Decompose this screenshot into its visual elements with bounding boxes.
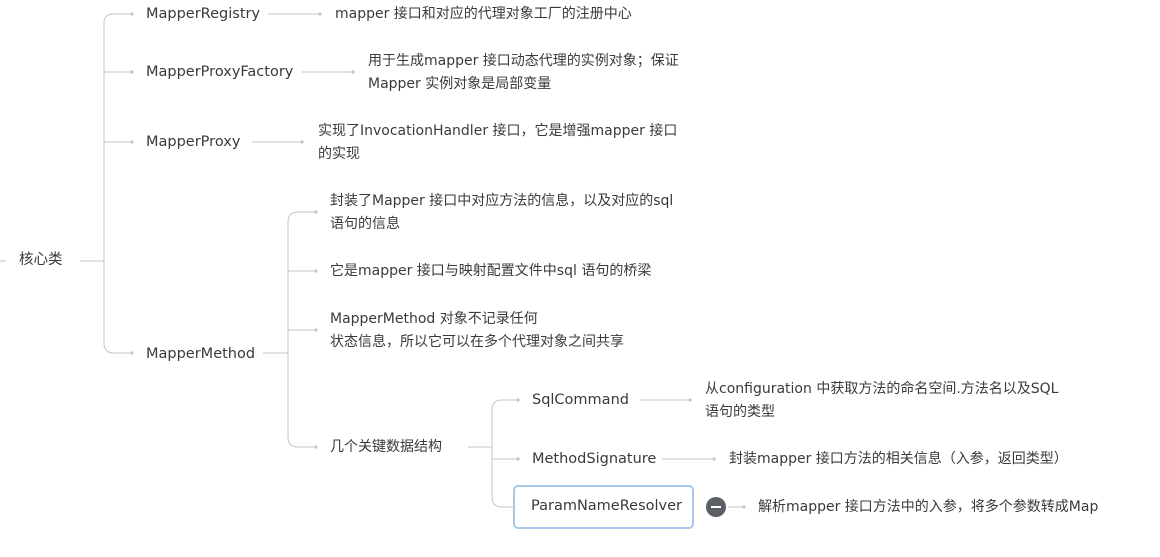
- desc-mapper-registry[interactable]: mapper 接口和对应的代理对象工厂的注册中心: [335, 3, 632, 26]
- desc-line: 封装了Mapper 接口中对应方法的信息，以及对应的sql: [330, 193, 674, 209]
- desc-param-name-resolver[interactable]: 解析mapper 接口方法中的入参，将多个参数转成Map: [758, 496, 1098, 519]
- topic-mapper-registry[interactable]: MapperRegistry: [146, 3, 260, 26]
- topic-sql-command[interactable]: SqlCommand: [532, 389, 629, 412]
- desc-line: Mapper 实例对象是局部变量: [368, 76, 552, 92]
- topic-mapper-method[interactable]: MapperMethod: [146, 343, 255, 366]
- root-topic[interactable]: 核心类: [19, 249, 63, 272]
- desc-line: 用于生成mapper 接口动态代理的实例对象；保证: [368, 53, 679, 69]
- desc-mapper-proxy-factory[interactable]: 用于生成mapper 接口动态代理的实例对象；保证 Mapper 实例对象是局部…: [368, 50, 679, 96]
- desc-line: 语句的信息: [330, 216, 400, 232]
- topic-key-structures[interactable]: 几个关键数据结构: [330, 436, 442, 459]
- desc-line: 状态信息，所以它可以在多个代理对象之间共享: [330, 334, 624, 350]
- topic-param-name-resolver[interactable]: ParamNameResolver: [513, 485, 694, 529]
- desc-line: 的实现: [318, 146, 360, 162]
- topic-method-signature[interactable]: MethodSignature: [532, 448, 656, 471]
- desc-line: 实现了InvocationHandler 接口，它是增强mapper 接口: [318, 123, 678, 139]
- mapper-method-child-stateless[interactable]: MapperMethod 对象不记录任何 状态信息，所以它可以在多个代理对象之间…: [330, 308, 624, 354]
- desc-method-signature[interactable]: 封装mapper 接口方法的相关信息（入参，返回类型）: [729, 448, 1068, 471]
- desc-mapper-proxy[interactable]: 实现了InvocationHandler 接口，它是增强mapper 接口 的实…: [318, 120, 677, 166]
- collapse-icon[interactable]: [706, 497, 726, 517]
- topic-mapper-proxy[interactable]: MapperProxy: [146, 131, 240, 154]
- mapper-method-child-bridge[interactable]: 它是mapper 接口与映射配置文件中sql 语句的桥梁: [330, 260, 651, 283]
- desc-line: 从configuration 中获取方法的命名空间.方法名以及SQL: [705, 381, 1059, 397]
- mapper-method-child-encapsulation[interactable]: 封装了Mapper 接口中对应方法的信息，以及对应的sql 语句的信息: [330, 190, 673, 236]
- desc-sql-command[interactable]: 从configuration 中获取方法的命名空间.方法名以及SQL 语句的类型: [705, 378, 1058, 424]
- topic-mapper-proxy-factory[interactable]: MapperProxyFactory: [146, 61, 293, 84]
- desc-line: 语句的类型: [705, 404, 775, 420]
- desc-line: MapperMethod 对象不记录任何: [330, 311, 538, 327]
